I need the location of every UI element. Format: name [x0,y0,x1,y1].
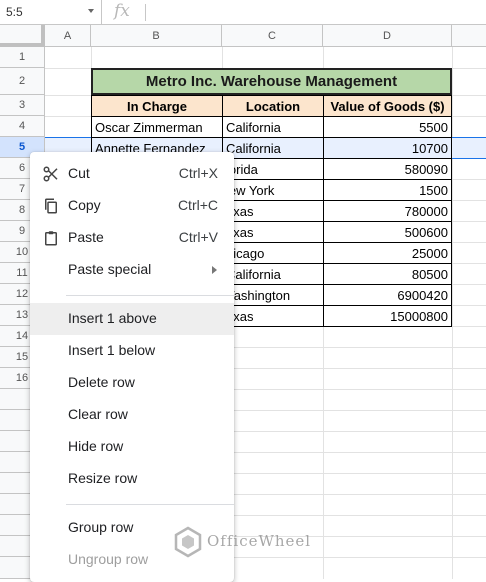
shortcut-label: Ctrl+C [177,197,218,213]
cell-value[interactable]: 580090 [323,158,452,180]
menu-item-label: Delete row [68,374,135,390]
cell-location[interactable]: California [222,263,324,285]
cell-location[interactable]: lew York [222,179,324,201]
menu-item-paste-special[interactable]: Paste special [30,254,234,286]
cell-location[interactable]: California [222,137,324,159]
menu-item-label: Paste special [68,261,152,277]
formula-bar: 5:5 fx [0,0,486,25]
cell-value[interactable]: 6900420 [323,284,452,306]
scissors-icon [43,166,58,182]
column-header-b[interactable]: B [91,25,222,47]
name-box-value: 5:5 [6,5,23,19]
cell-location[interactable]: lorida [222,158,324,180]
header-in-charge[interactable]: In Charge [91,95,223,117]
watermark: OfficeWheel [172,522,322,562]
menu-item-label: Insert 1 below [68,342,156,358]
menu-item-label: Paste [68,229,104,245]
column-header-a[interactable]: A [45,25,91,47]
chevron-right-icon [212,266,217,274]
select-all-corner[interactable] [0,25,45,47]
cell-location[interactable]: Vashington [222,284,324,306]
formula-divider [145,4,146,21]
shortcut-label: Ctrl+X [178,165,218,181]
menu-item-label: Copy [68,197,101,213]
row-header[interactable]: 1 [0,47,45,68]
watermark-text: OfficeWheel [207,532,312,550]
row-header[interactable]: 3 [0,95,45,116]
menu-item-label: Insert 1 above [68,310,157,326]
fx-icon: fx [114,1,130,21]
header-location[interactable]: Location [222,95,324,117]
dropdown-arrow-icon[interactable] [88,9,94,13]
menu-item-cut[interactable]: Cut Ctrl+X [30,158,234,190]
cell-value[interactable]: 80500 [323,263,452,285]
context-menu: Cut Ctrl+X Copy Ctrl+C Paste Ctrl+V Past… [30,152,234,582]
cell-location[interactable]: exas [222,305,324,327]
cell-in-charge[interactable]: Oscar Zimmerman [91,116,223,138]
name-box[interactable]: 5:5 [0,0,102,25]
menu-item-label: Clear row [68,406,128,422]
menu-item-insert-above[interactable]: Insert 1 above [30,303,234,335]
cell-location[interactable]: exas [222,221,324,243]
menu-item-insert-below[interactable]: Insert 1 below [30,335,234,367]
grid-line [452,47,453,579]
menu-item-label: Resize row [68,470,138,486]
copy-icon [45,198,57,214]
menu-item-copy[interactable]: Copy Ctrl+C [30,190,234,222]
officewheel-logo-icon [174,526,202,558]
cell-value[interactable]: 25000 [323,242,452,264]
cell-location[interactable]: exas [222,200,324,222]
column-header-d[interactable]: D [323,25,452,47]
cell-value[interactable]: 15000800 [323,305,452,327]
cell-value[interactable]: 780000 [323,200,452,222]
cell-value[interactable]: 10700 [323,137,452,159]
row-header[interactable]: 4 [0,116,45,137]
menu-item-hide-row[interactable]: Hide row [30,431,234,463]
header-value-of-goods[interactable]: Value of Goods ($) [323,95,452,117]
clipboard-icon [45,231,57,246]
menu-item-resize-row[interactable]: Resize row [30,463,234,495]
cell-location[interactable]: hicago [222,242,324,264]
cell-value[interactable]: 5500 [323,116,452,138]
menu-item-paste[interactable]: Paste Ctrl+V [30,222,234,254]
cell-value[interactable]: 1500 [323,179,452,201]
row-header[interactable]: 2 [0,68,45,95]
menu-divider [66,504,234,505]
menu-item-delete-row[interactable]: Delete row [30,367,234,399]
table-title[interactable]: Metro Inc. Warehouse Management [91,68,452,95]
cell-location[interactable]: California [222,116,324,138]
menu-item-label: Ungroup row [68,551,149,567]
menu-item-clear-row[interactable]: Clear row [30,399,234,431]
menu-item-label: Cut [68,165,90,181]
menu-divider [66,295,234,296]
shortcut-label: Ctrl+V [178,229,218,245]
menu-item-label: Group row [68,519,134,535]
column-header-e[interactable] [452,25,486,47]
cell-value[interactable]: 500600 [323,221,452,243]
menu-item-label: Hide row [68,438,124,454]
column-header-c[interactable]: C [222,25,323,47]
